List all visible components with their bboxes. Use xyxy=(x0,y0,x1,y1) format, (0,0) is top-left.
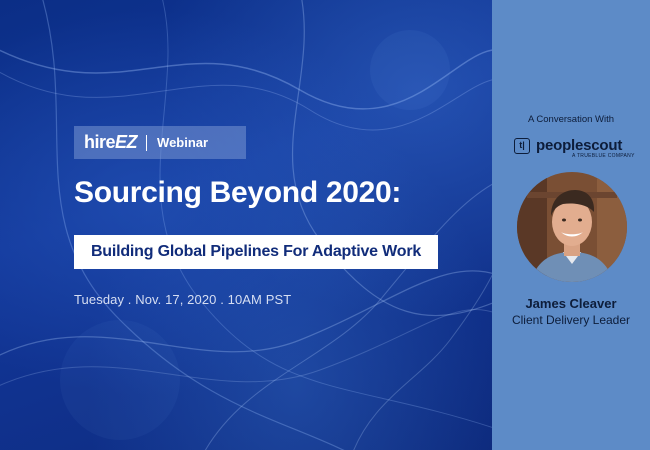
conversation-intro: A Conversation With xyxy=(527,114,615,125)
webinar-title: Sourcing Beyond 2020: xyxy=(74,176,402,209)
hireez-logo: hireEZ xyxy=(84,132,138,152)
abstract-wave-background xyxy=(0,0,492,450)
webinar-banner: hireEZ Webinar Sourcing Beyond 2020: Bui… xyxy=(0,0,650,450)
brand-divider xyxy=(146,134,148,151)
partner-tagline: A TRUEBLUE COMPANY xyxy=(572,153,635,159)
peoplescout-icon: t| xyxy=(514,138,530,154)
partner-name: peoplescout xyxy=(536,137,623,154)
hero-panel: hireEZ Webinar Sourcing Beyond 2020: Bui… xyxy=(0,0,492,450)
webinar-subtitle: Building Global Pipelines For Adaptive W… xyxy=(90,243,422,260)
speaker-photo-icon xyxy=(517,172,627,282)
event-date: Tuesday . Nov. 17, 2020 . 10AM PST xyxy=(74,292,292,307)
speaker-title: Client Delivery Leader xyxy=(511,313,631,327)
subtitle-box: Building Global Pipelines For Adaptive W… xyxy=(74,235,438,269)
speaker-panel: A Conversation With t| peoplescout A TRU… xyxy=(492,0,650,450)
peoplescout-logo: t| peoplescout A TRUEBLUE COMPANY xyxy=(512,136,642,160)
speaker-name: James Cleaver xyxy=(525,296,617,311)
speaker-avatar xyxy=(517,172,627,282)
brand-bar: hireEZ Webinar xyxy=(74,126,246,159)
webinar-label: Webinar xyxy=(157,135,209,150)
